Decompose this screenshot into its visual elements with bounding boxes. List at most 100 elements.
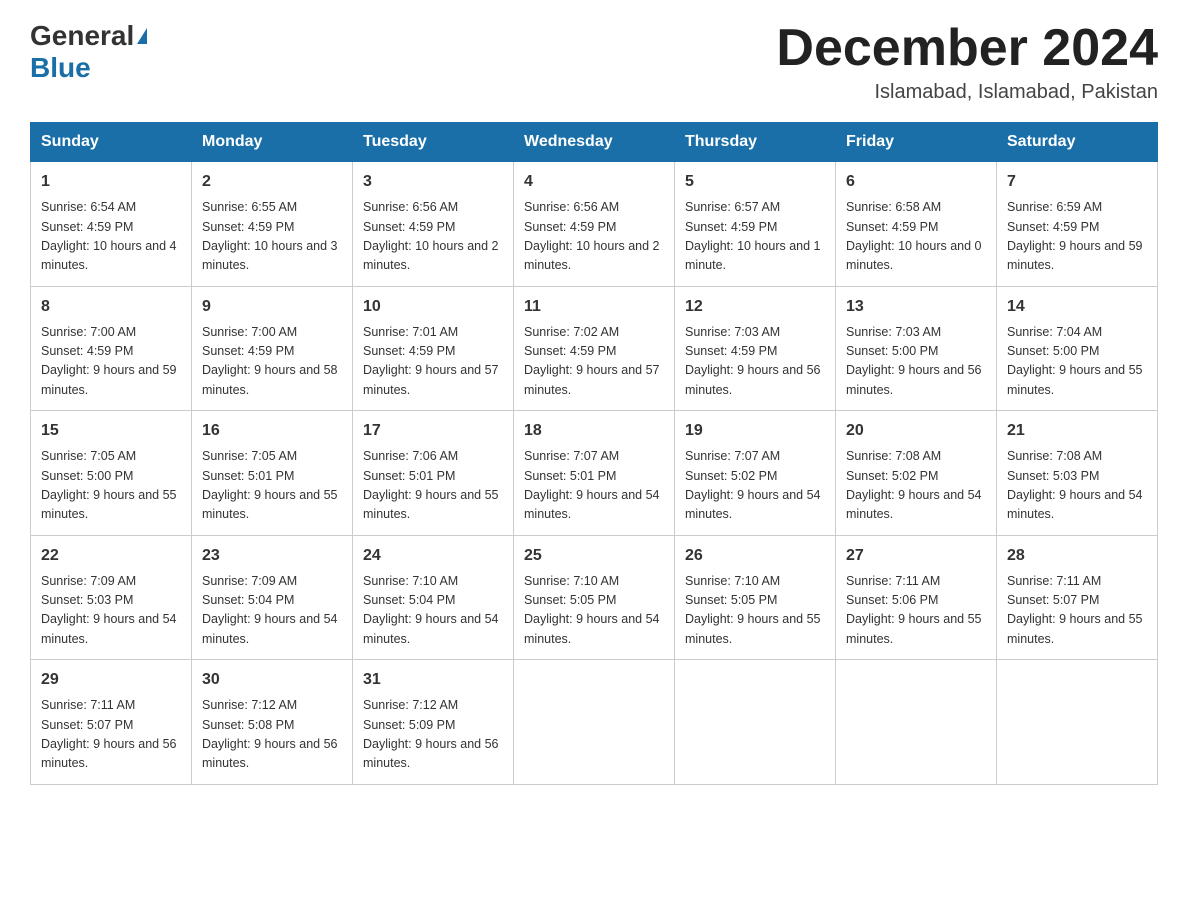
day-header-friday: Friday: [836, 123, 997, 162]
day-number: 11: [524, 295, 664, 319]
day-info: Sunrise: 7:03 AMSunset: 5:00 PMDaylight:…: [846, 323, 986, 401]
day-number: 30: [202, 668, 342, 692]
day-number: 29: [41, 668, 181, 692]
calendar-cell: 6 Sunrise: 6:58 AMSunset: 4:59 PMDaylight…: [836, 162, 997, 287]
day-info: Sunrise: 7:10 AMSunset: 5:05 PMDaylight:…: [524, 572, 664, 650]
location-text: Islamabad, Islamabad, Pakistan: [776, 81, 1158, 104]
calendar-cell: 23 Sunrise: 7:09 AMSunset: 5:04 PMDayligh…: [192, 535, 353, 660]
calendar-cell: 27 Sunrise: 7:11 AMSunset: 5:06 PMDayligh…: [836, 535, 997, 660]
day-info: Sunrise: 6:59 AMSunset: 4:59 PMDaylight:…: [1007, 198, 1147, 276]
calendar-cell: 4 Sunrise: 6:56 AMSunset: 4:59 PMDaylight…: [514, 162, 675, 287]
day-number: 18: [524, 419, 664, 443]
title-block: December 2024 Islamabad, Islamabad, Paki…: [776, 20, 1158, 104]
day-info: Sunrise: 7:12 AMSunset: 5:09 PMDaylight:…: [363, 696, 503, 774]
calendar-cell: 28 Sunrise: 7:11 AMSunset: 5:07 PMDayligh…: [997, 535, 1158, 660]
day-info: Sunrise: 7:09 AMSunset: 5:04 PMDaylight:…: [202, 572, 342, 650]
calendar-cell: 30Sunrise: 7:12 AMSunset: 5:08 PMDayligh…: [192, 660, 353, 785]
calendar-cell: [836, 660, 997, 785]
calendar-cell: 5Sunrise: 6:57 AMSunset: 4:59 PMDaylight…: [675, 162, 836, 287]
calendar-cell: 2Sunrise: 6:55 AMSunset: 4:59 PMDaylight…: [192, 162, 353, 287]
calendar-cell: 18 Sunrise: 7:07 AMSunset: 5:01 PMDayligh…: [514, 411, 675, 536]
day-number: 21: [1007, 419, 1147, 443]
calendar-cell: 11 Sunrise: 7:02 AMSunset: 4:59 PMDayligh…: [514, 286, 675, 411]
day-header-sunday: Sunday: [31, 123, 192, 162]
page-header: General Blue December 2024 Islamabad, Is…: [30, 20, 1158, 104]
day-number: 19: [685, 419, 825, 443]
week-row-3: 15Sunrise: 7:05 AMSunset: 5:00 PMDayligh…: [31, 411, 1158, 536]
day-header-thursday: Thursday: [675, 123, 836, 162]
calendar-cell: 21Sunrise: 7:08 AMSunset: 5:03 PMDayligh…: [997, 411, 1158, 536]
day-info: Sunrise: 7:00 AMSunset: 4:59 PMDaylight:…: [202, 323, 342, 401]
day-info: Sunrise: 7:05 AMSunset: 5:01 PMDaylight:…: [202, 447, 342, 525]
calendar-cell: 12 Sunrise: 7:03 AMSunset: 4:59 PMDayligh…: [675, 286, 836, 411]
day-number: 9: [202, 295, 342, 319]
calendar-table: SundayMondayTuesdayWednesdayThursdayFrid…: [30, 122, 1158, 785]
day-header-monday: Monday: [192, 123, 353, 162]
day-info: Sunrise: 7:07 AMSunset: 5:01 PMDaylight:…: [524, 447, 664, 525]
calendar-cell: 10 Sunrise: 7:01 AMSunset: 4:59 PMDayligh…: [353, 286, 514, 411]
day-info: Sunrise: 7:06 AMSunset: 5:01 PMDaylight:…: [363, 447, 503, 525]
day-header-wednesday: Wednesday: [514, 123, 675, 162]
day-number: 28: [1007, 544, 1147, 568]
day-info: Sunrise: 7:08 AMSunset: 5:02 PMDaylight:…: [846, 447, 986, 525]
day-number: 20: [846, 419, 986, 443]
day-headers-row: SundayMondayTuesdayWednesdayThursdayFrid…: [31, 123, 1158, 162]
calendar-cell: 1 Sunrise: 6:54 AMSunset: 4:59 PMDaylight…: [31, 162, 192, 287]
month-title: December 2024: [776, 20, 1158, 77]
logo-blue-text: Blue: [30, 52, 91, 84]
calendar-cell: 8 Sunrise: 7:00 AMSunset: 4:59 PMDaylight…: [31, 286, 192, 411]
day-info: Sunrise: 7:10 AMSunset: 5:04 PMDaylight:…: [363, 572, 503, 650]
calendar-cell: 9 Sunrise: 7:00 AMSunset: 4:59 PMDaylight…: [192, 286, 353, 411]
day-info: Sunrise: 7:07 AMSunset: 5:02 PMDaylight:…: [685, 447, 825, 525]
day-info: Sunrise: 7:01 AMSunset: 4:59 PMDaylight:…: [363, 323, 503, 401]
week-row-1: 1 Sunrise: 6:54 AMSunset: 4:59 PMDaylight…: [31, 162, 1158, 287]
day-number: 1: [41, 170, 181, 194]
day-info: Sunrise: 7:05 AMSunset: 5:00 PMDaylight:…: [41, 447, 181, 525]
calendar-cell: 22Sunrise: 7:09 AMSunset: 5:03 PMDayligh…: [31, 535, 192, 660]
day-info: Sunrise: 6:58 AMSunset: 4:59 PMDaylight:…: [846, 198, 986, 276]
calendar-cell: 24 Sunrise: 7:10 AMSunset: 5:04 PMDayligh…: [353, 535, 514, 660]
day-info: Sunrise: 7:03 AMSunset: 4:59 PMDaylight:…: [685, 323, 825, 401]
calendar-cell: 3Sunrise: 6:56 AMSunset: 4:59 PMDaylight…: [353, 162, 514, 287]
day-header-saturday: Saturday: [997, 123, 1158, 162]
calendar-cell: 13 Sunrise: 7:03 AMSunset: 5:00 PMDayligh…: [836, 286, 997, 411]
calendar-cell: 25 Sunrise: 7:10 AMSunset: 5:05 PMDayligh…: [514, 535, 675, 660]
day-number: 27: [846, 544, 986, 568]
day-number: 4: [524, 170, 664, 194]
day-info: Sunrise: 7:11 AMSunset: 5:06 PMDaylight:…: [846, 572, 986, 650]
day-info: Sunrise: 6:56 AMSunset: 4:59 PMDaylight:…: [524, 198, 664, 276]
day-info: Sunrise: 7:02 AMSunset: 4:59 PMDaylight:…: [524, 323, 664, 401]
calendar-cell: 29Sunrise: 7:11 AMSunset: 5:07 PMDayligh…: [31, 660, 192, 785]
day-info: Sunrise: 7:11 AMSunset: 5:07 PMDaylight:…: [1007, 572, 1147, 650]
day-info: Sunrise: 7:10 AMSunset: 5:05 PMDaylight:…: [685, 572, 825, 650]
calendar-cell: 19 Sunrise: 7:07 AMSunset: 5:02 PMDayligh…: [675, 411, 836, 536]
calendar-cell: 7Sunrise: 6:59 AMSunset: 4:59 PMDaylight…: [997, 162, 1158, 287]
day-number: 25: [524, 544, 664, 568]
day-number: 16: [202, 419, 342, 443]
day-info: Sunrise: 7:00 AMSunset: 4:59 PMDaylight:…: [41, 323, 181, 401]
day-info: Sunrise: 6:56 AMSunset: 4:59 PMDaylight:…: [363, 198, 503, 276]
day-number: 14: [1007, 295, 1147, 319]
day-info: Sunrise: 6:54 AMSunset: 4:59 PMDaylight:…: [41, 198, 181, 276]
day-number: 12: [685, 295, 825, 319]
day-number: 23: [202, 544, 342, 568]
calendar-cell: 20 Sunrise: 7:08 AMSunset: 5:02 PMDayligh…: [836, 411, 997, 536]
day-number: 8: [41, 295, 181, 319]
day-number: 17: [363, 419, 503, 443]
day-info: Sunrise: 7:09 AMSunset: 5:03 PMDaylight:…: [41, 572, 181, 650]
day-number: 10: [363, 295, 503, 319]
logo-triangle-icon: [137, 28, 147, 44]
day-info: Sunrise: 7:04 AMSunset: 5:00 PMDaylight:…: [1007, 323, 1147, 401]
day-number: 2: [202, 170, 342, 194]
calendar-cell: 31Sunrise: 7:12 AMSunset: 5:09 PMDayligh…: [353, 660, 514, 785]
week-row-5: 29Sunrise: 7:11 AMSunset: 5:07 PMDayligh…: [31, 660, 1158, 785]
logo: General Blue: [30, 20, 150, 84]
calendar-cell: 14 Sunrise: 7:04 AMSunset: 5:00 PMDayligh…: [997, 286, 1158, 411]
calendar-cell: 17 Sunrise: 7:06 AMSunset: 5:01 PMDayligh…: [353, 411, 514, 536]
logo-general-text: General: [30, 20, 134, 52]
calendar-cell: [997, 660, 1158, 785]
day-number: 24: [363, 544, 503, 568]
calendar-cell: [514, 660, 675, 785]
day-number: 6: [846, 170, 986, 194]
day-number: 13: [846, 295, 986, 319]
